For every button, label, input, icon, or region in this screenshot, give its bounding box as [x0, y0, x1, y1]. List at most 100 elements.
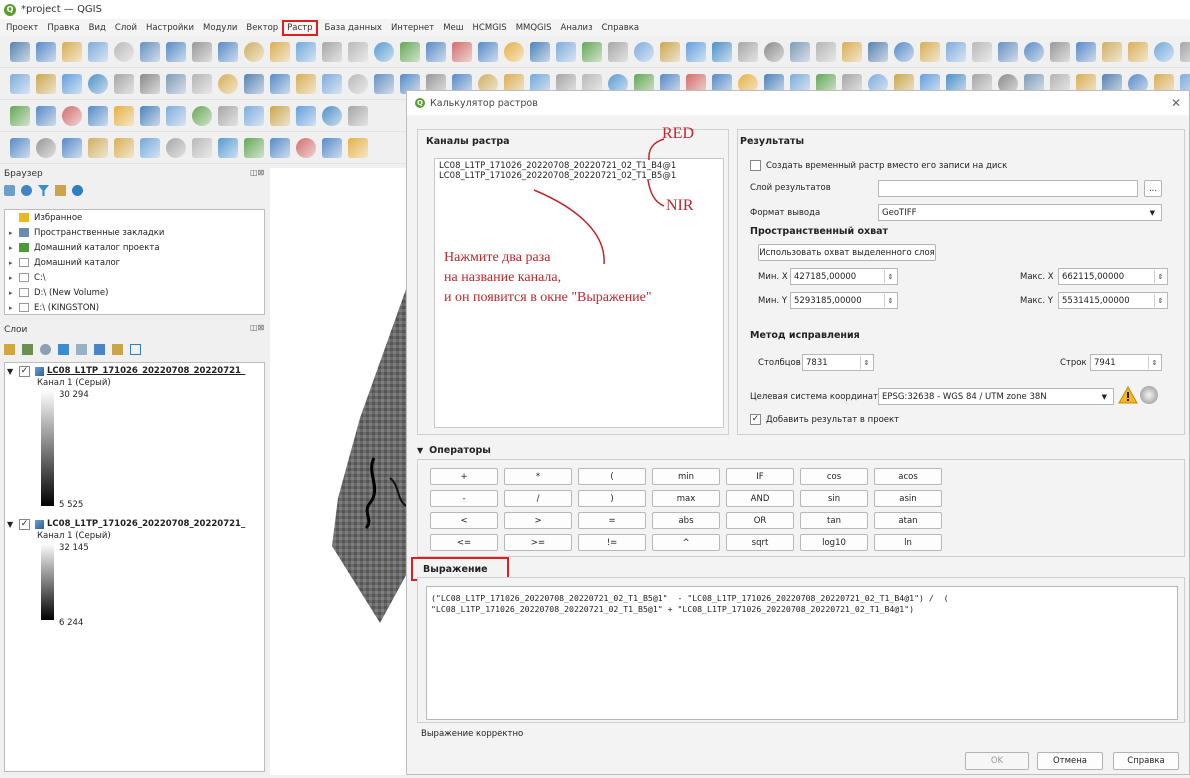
- edit-icon[interactable]: [322, 137, 342, 158]
- browser-item[interactable]: Избранное: [5, 210, 264, 225]
- zoom-in-icon[interactable]: [270, 105, 290, 126]
- digitize-icon[interactable]: [62, 105, 82, 126]
- expand-arrow-icon[interactable]: ▸: [9, 229, 19, 237]
- spin-arrows-icon[interactable]: ⇕: [1154, 294, 1166, 307]
- edit-icon[interactable]: [712, 41, 732, 62]
- menu-item[interactable]: Вид: [89, 23, 106, 33]
- rows-spinbox[interactable]: 7941 ⇕: [1090, 354, 1162, 371]
- collapse-icon[interactable]: [55, 185, 66, 196]
- spin-arrows-icon[interactable]: ⇕: [1148, 356, 1160, 369]
- operator-button[interactable]: AND: [726, 490, 794, 507]
- digitize-icon[interactable]: [192, 73, 212, 94]
- identify-icon[interactable]: [192, 41, 212, 62]
- toolbox-icon[interactable]: [88, 105, 108, 126]
- toolbox-icon[interactable]: [764, 41, 784, 62]
- save-icon[interactable]: [62, 41, 82, 62]
- menu-item[interactable]: Настройки: [146, 23, 194, 33]
- expand-arrow-icon[interactable]: ▼: [7, 520, 13, 529]
- new-project-icon[interactable]: [296, 73, 316, 94]
- expand-arrow-icon[interactable]: ▸: [9, 244, 19, 252]
- save-icon[interactable]: [218, 105, 238, 126]
- digitize-icon[interactable]: [322, 41, 342, 62]
- add-icon[interactable]: [4, 185, 15, 196]
- zoom-out-icon[interactable]: [556, 41, 576, 62]
- sum-icon[interactable]: [790, 41, 810, 62]
- new-project-icon[interactable]: [842, 41, 862, 62]
- zoom-out-icon[interactable]: [972, 41, 992, 62]
- browser-item[interactable]: ▸ C:\: [5, 270, 264, 285]
- identify-icon[interactable]: [348, 105, 368, 126]
- measure-icon[interactable]: [634, 41, 654, 62]
- new-project-icon[interactable]: [36, 137, 56, 158]
- output-layer-input[interactable]: [878, 180, 1138, 197]
- identify-icon[interactable]: [218, 137, 238, 158]
- filter-icon[interactable]: [38, 185, 49, 196]
- open-icon[interactable]: [322, 73, 342, 94]
- layer-icon[interactable]: [140, 73, 160, 94]
- toolbox-icon[interactable]: [1180, 41, 1190, 62]
- operator-button[interactable]: =: [578, 512, 646, 529]
- operator-button[interactable]: ln: [874, 534, 942, 551]
- zoom-in-icon[interactable]: [530, 41, 550, 62]
- open-icon[interactable]: [36, 41, 56, 62]
- select-icon[interactable]: [1076, 41, 1096, 62]
- open-icon[interactable]: [452, 41, 472, 62]
- add-to-project-option[interactable]: ✓ Добавить результат в проект: [750, 414, 899, 425]
- style-icon[interactable]: [4, 344, 15, 355]
- remove-layer-icon[interactable]: [130, 344, 141, 355]
- pan-icon[interactable]: [504, 41, 524, 62]
- layer-visibility-checkbox[interactable]: ✓: [19, 366, 30, 377]
- menu-item[interactable]: Модули: [203, 23, 237, 33]
- select-icon[interactable]: [114, 73, 134, 94]
- menu-item[interactable]: Вектор: [246, 23, 278, 33]
- operators-header-row[interactable]: ▼ Операторы: [417, 445, 491, 456]
- expand-arrow-icon[interactable]: ▸: [9, 259, 19, 267]
- close-icon[interactable]: ✕: [1171, 96, 1181, 110]
- expand-arrow-icon[interactable]: ▸: [9, 274, 19, 282]
- operator-button[interactable]: <: [430, 512, 498, 529]
- refresh-icon[interactable]: [21, 185, 32, 196]
- operator-button[interactable]: (: [578, 468, 646, 485]
- zoom-out-icon[interactable]: [166, 137, 186, 158]
- new-project-icon[interactable]: [10, 41, 30, 62]
- menu-item[interactable]: Проект: [6, 23, 38, 33]
- layer-icon[interactable]: [10, 105, 30, 126]
- plugin-icon[interactable]: [140, 105, 160, 126]
- operator-button[interactable]: <=: [430, 534, 498, 551]
- operator-button[interactable]: max: [652, 490, 720, 507]
- zoom-in-icon[interactable]: [946, 41, 966, 62]
- menu-item[interactable]: Справка: [602, 23, 639, 33]
- plugin-icon[interactable]: [270, 73, 290, 94]
- open-icon[interactable]: [192, 105, 212, 126]
- browser-item[interactable]: ▸ Пространственные закладки: [5, 225, 264, 240]
- save-icon[interactable]: [348, 73, 368, 94]
- operator-button[interactable]: abs: [652, 512, 720, 529]
- plugin-icon[interactable]: [816, 41, 836, 62]
- sum-icon[interactable]: [114, 105, 134, 126]
- pan-icon[interactable]: [114, 137, 134, 158]
- spin-arrows-icon[interactable]: ⇕: [884, 270, 896, 283]
- pan-icon[interactable]: [244, 105, 264, 126]
- open-icon[interactable]: [62, 137, 82, 158]
- browser-item[interactable]: ▸ E:\ (KINGSTON): [5, 300, 264, 314]
- operator-button[interactable]: >=: [504, 534, 572, 551]
- refresh-icon[interactable]: [36, 73, 56, 94]
- expression-filter-icon[interactable]: [76, 344, 87, 355]
- expression-textarea[interactable]: ("LC08_L1TP_171026_20220708_20220721_02_…: [426, 586, 1178, 720]
- add-to-project-checkbox[interactable]: ✓: [750, 414, 761, 425]
- max-y-spinbox[interactable]: 5531415,00000 ⇕: [1058, 292, 1168, 309]
- browser-item[interactable]: ▸ D:\ (New Volume): [5, 285, 264, 300]
- columns-spinbox[interactable]: 7831 ⇕: [802, 354, 874, 371]
- browse-button[interactable]: ...: [1144, 180, 1162, 197]
- menu-item[interactable]: HCMGIS: [473, 23, 507, 33]
- save-icon[interactable]: [478, 41, 498, 62]
- pan-icon[interactable]: [88, 41, 108, 62]
- operator-button[interactable]: /: [504, 490, 572, 507]
- layer-icon[interactable]: [296, 137, 316, 158]
- menu-item[interactable]: База данных: [325, 23, 382, 33]
- layer-icon[interactable]: [1102, 41, 1122, 62]
- max-x-spinbox[interactable]: 662115,00000 ⇕: [1058, 268, 1168, 285]
- browser-item[interactable]: ▸ Домашний каталог проекта: [5, 240, 264, 255]
- panel-float-close-icon[interactable]: ◫⊠: [250, 323, 264, 332]
- digitize-icon[interactable]: [1154, 41, 1174, 62]
